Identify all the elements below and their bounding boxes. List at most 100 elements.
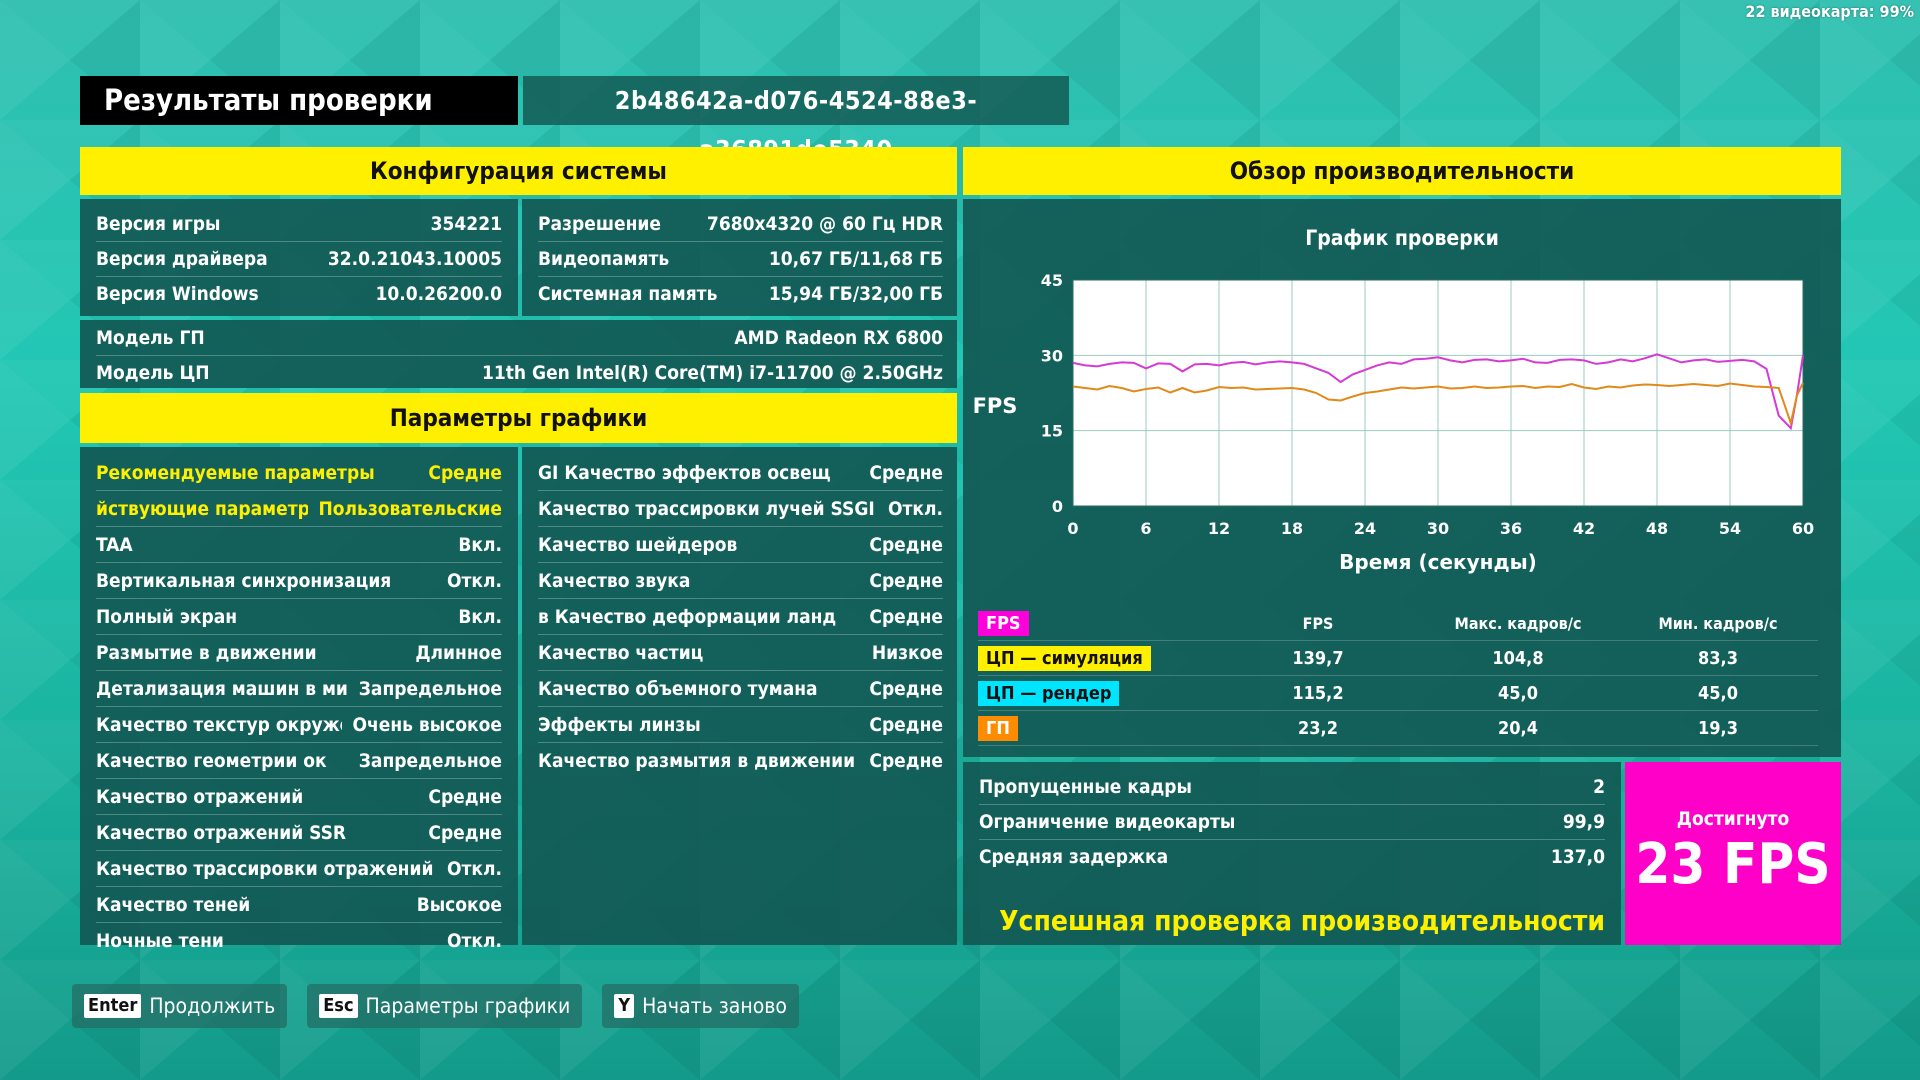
graphics-setting-value: Запредельное — [358, 749, 502, 772]
sysinfo-row: Версия игры 354221 — [96, 207, 502, 242]
x-tick-label: 18 — [1281, 519, 1303, 538]
summary-row: Пропущенные кадры 2 — [979, 770, 1605, 805]
sysinfo-value: 15,94 ГБ/32,00 ГБ — [768, 283, 943, 305]
graphics-setting-label: Рекомендуемые параметры — [96, 461, 375, 484]
summary-label: Средняя задержка — [979, 846, 1169, 868]
sysinfo-label: Разрешение — [538, 213, 661, 235]
key-hint-y: Y — [614, 994, 635, 1018]
graphics-setting-label: Качество трассировки отражений — [96, 857, 434, 880]
graphics-setting-value: Низкое — [871, 641, 943, 664]
graphics-setting-row: Качество геометрии ок Запредельное — [96, 743, 502, 779]
y-tick-label: 0 — [1052, 497, 1063, 516]
graphics-setting-row: Качество звука Средне — [538, 563, 943, 599]
summary-value: 99,9 — [1562, 811, 1605, 833]
graphics-setting-value: Вкл. — [458, 533, 502, 556]
graphics-setting-label: Качество теней — [96, 893, 251, 916]
stats-value: 23,2 — [1298, 717, 1338, 739]
graphics-setting-value: Очень высокое — [352, 713, 502, 736]
gpu-load-indicator: 22 видеокарта: 99% — [1745, 2, 1914, 21]
stats-row: ЦП — симуляция 139,7 104,8 83,3 — [978, 641, 1818, 676]
sysinfo-label: Видеопамять — [538, 248, 670, 270]
graphics-setting-label: Качество размытия в движении — [538, 749, 856, 772]
stats-header: FPS — [1302, 613, 1334, 633]
stats-series-cell: FPS — [978, 610, 1218, 636]
y-tick-label: 30 — [1041, 346, 1063, 365]
graphics-setting-row: Вертикальная синхронизация Откл. — [96, 563, 502, 599]
graphics-setting-label: Качество частиц — [538, 641, 704, 664]
stats-row: FPS FPS Макс. кадров/с Мин. кадров/с — [978, 606, 1818, 641]
footer-button-y[interactable]: Y Начать заново — [602, 984, 799, 1028]
x-tick-label: 6 — [1140, 519, 1151, 538]
graphics-setting-label: Качество шейдеров — [538, 533, 738, 556]
x-tick-label: 42 — [1573, 519, 1595, 538]
stats-table: FPS FPS Макс. кадров/с Мин. кадров/с ЦП — си… — [978, 606, 1818, 746]
sysinfo-value: 32.0.21043.10005 — [327, 248, 502, 270]
stats-value: 115,2 — [1292, 682, 1344, 704]
graphics-setting-value: Средне — [428, 461, 502, 484]
sysinfo-row: Версия Windows 10.0.26200.0 — [96, 277, 502, 311]
stats-series-cell: ЦП — симуляция — [978, 645, 1218, 671]
graphics-setting-row: Качество размытия в движении Средне — [538, 743, 943, 778]
graphics-setting-value: Длинное — [415, 641, 502, 664]
graphics-setting-row: Рекомендуемые параметры Средне — [96, 455, 502, 491]
graphics-setting-value: Откл. — [887, 497, 943, 520]
graphics-setting-row: Качество шейдеров Средне — [538, 527, 943, 563]
stats-header: Макс. кадров/с — [1454, 613, 1582, 633]
graphics-setting-row: TAA Вкл. — [96, 527, 502, 563]
graphics-setting-value: Пользовательские — [318, 497, 502, 520]
x-tick-label: 30 — [1427, 519, 1449, 538]
graphics-setting-value: Средне — [869, 713, 943, 736]
stats-series-tag: FPS — [978, 610, 1029, 636]
sysinfo-row: Версия драйвера 32.0.21043.10005 — [96, 242, 502, 277]
system-config-right-list: Разрешение 7680x4320 @ 60 Гц HDR Видеопамя… — [538, 207, 943, 311]
graphics-setting-row: Качество объемного тумана Средне — [538, 671, 943, 707]
system-config-heading: Конфигурация системы — [80, 147, 957, 195]
x-tick-label: 60 — [1792, 519, 1814, 538]
graphics-setting-label: Полный экран — [96, 605, 238, 628]
sysinfo-label: Системная память — [538, 283, 718, 305]
stats-series-tag: ГП — [978, 715, 1018, 741]
graphics-setting-value: Откл. — [446, 857, 502, 880]
graphics-setting-row: в Качество деформации ланд Средне — [538, 599, 943, 635]
x-tick-label: 24 — [1354, 519, 1376, 538]
graphics-setting-value: Запредельное — [358, 677, 502, 700]
graphics-setting-row: Качество частиц Низкое — [538, 635, 943, 671]
footer-button-esc[interactable]: Esc Параметры графики — [307, 984, 583, 1028]
graphics-setting-row: Качество трассировки отражений Откл. — [96, 851, 502, 887]
summary-row: Ограничение видеокарты 99,9 — [979, 805, 1605, 840]
footer-button-enter[interactable]: Enter Продолжить — [72, 984, 288, 1028]
graphics-setting-label: Качество текстур окруже — [96, 713, 343, 736]
graphics-setting-value: Средне — [428, 821, 502, 844]
graphics-setting-row: Качество отражений SSR Средне — [96, 815, 502, 851]
achieved-fps-box: Достигнуто 23 FPS — [1625, 762, 1841, 945]
hardware-row: Модель ГП AMD Radeon RX 6800 — [96, 321, 943, 356]
key-hint-enter: Enter — [84, 994, 142, 1018]
achieved-label: Достигнуто — [1676, 808, 1790, 830]
stats-header: Мин. кадров/с — [1658, 613, 1778, 633]
stats-series-tag: ЦП — симуляция — [978, 645, 1151, 671]
stats-series-cell: ЦП — рендер — [978, 680, 1218, 706]
graphics-setting-value: Средне — [869, 749, 943, 772]
sysinfo-value: 354221 — [430, 213, 502, 235]
graphics-settings-heading: Параметры графики — [80, 393, 957, 443]
footer-actions: Enter Продолжить Esc Параметры графики Y Нача… — [72, 984, 799, 1028]
x-tick-label: 36 — [1500, 519, 1522, 538]
summary-list: Пропущенные кадры 2 Ограничение видеокарты… — [979, 770, 1605, 874]
graphics-setting-label: Качество геометрии ок — [96, 749, 327, 772]
system-config-hardware-list: Модель ГП AMD Radeon RX 6800 Модель ЦП 11th… — [96, 321, 943, 390]
graphics-setting-row: Детализация машин в мир Запредельное — [96, 671, 502, 707]
benchmark-chart: 0 6 12 18 24 30 36 42 48 54 60 0 15 30 45 Время (секунд… — [973, 271, 1815, 574]
x-axis-label: Время (секунды) — [1339, 550, 1537, 574]
hardware-label: Модель ГП — [96, 327, 205, 349]
graphics-setting-label: Качество отражений SSR — [96, 821, 347, 844]
footer-button-label: Начать заново — [642, 994, 787, 1018]
graphics-setting-row: йствующие параметры Пользовательские — [96, 491, 502, 527]
stats-value: 83,3 — [1698, 647, 1738, 669]
performance-heading: Обзор производительности — [963, 147, 1841, 195]
graphics-setting-value: Средне — [869, 461, 943, 484]
key-hint-esc: Esc — [319, 994, 358, 1018]
graphics-setting-row: Качество трассировки лучей SSGI Откл. — [538, 491, 943, 527]
graphics-setting-label: Качество трассировки лучей SSGI — [538, 497, 875, 520]
stats-value: 19,3 — [1698, 717, 1738, 739]
summary-value: 137,0 — [1550, 846, 1605, 868]
